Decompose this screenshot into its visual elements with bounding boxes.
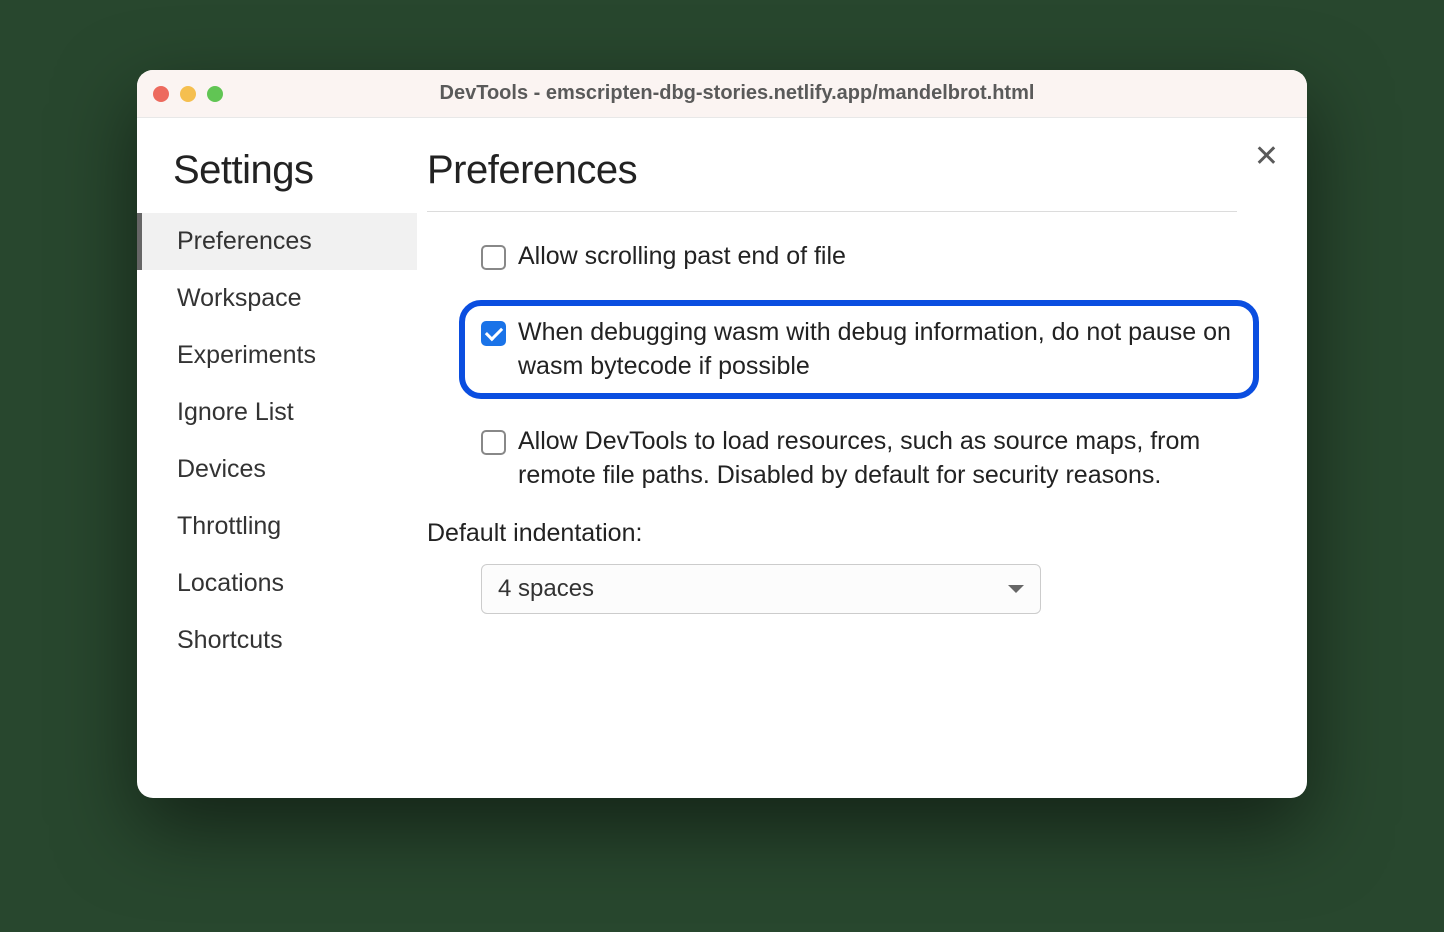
page-title: Preferences (427, 148, 1237, 193)
settings-main: Preferences Allow scrolling past end of … (417, 118, 1307, 778)
option-wasm-debug-highlighted[interactable]: When debugging wasm with debug informati… (459, 300, 1259, 400)
option-remote-file-paths[interactable]: Allow DevTools to load resources, such a… (481, 425, 1237, 493)
sidebar-item-devices[interactable]: Devices (137, 441, 417, 498)
sidebar-item-label: Locations (177, 569, 284, 597)
traffic-lights (153, 86, 223, 102)
option-label: When debugging wasm with debug informati… (518, 316, 1237, 384)
checkbox-checked-icon[interactable] (481, 321, 506, 346)
sidebar-item-workspace[interactable]: Workspace (137, 270, 417, 327)
maximize-window-button[interactable] (207, 86, 223, 102)
sidebar-item-experiments[interactable]: Experiments (137, 327, 417, 384)
sidebar-item-throttling[interactable]: Throttling (137, 498, 417, 555)
sidebar-item-preferences[interactable]: Preferences (137, 213, 417, 270)
chevron-down-icon (1008, 585, 1024, 593)
sidebar-item-label: Devices (177, 455, 266, 483)
option-allow-scrolling[interactable]: Allow scrolling past end of file (481, 240, 1237, 274)
sidebar-item-shortcuts[interactable]: Shortcuts (137, 612, 417, 669)
sidebar-item-label: Preferences (177, 227, 312, 255)
settings-content: ✕ Settings Preferences Workspace Experim… (137, 118, 1307, 798)
option-label: Allow scrolling past end of file (518, 240, 846, 274)
sidebar-item-locations[interactable]: Locations (137, 555, 417, 612)
indentation-label: Default indentation: (427, 519, 1237, 548)
sidebar-item-label: Throttling (177, 512, 281, 540)
window-title: DevTools - emscripten-dbg-stories.netlif… (243, 82, 1231, 105)
indentation-select[interactable]: 4 spaces (481, 564, 1041, 614)
sidebar-item-label: Experiments (177, 341, 316, 369)
devtools-window: DevTools - emscripten-dbg-stories.netlif… (137, 70, 1307, 798)
settings-sidebar: Settings Preferences Workspace Experimen… (137, 118, 417, 778)
divider (427, 211, 1237, 212)
sidebar-item-label: Workspace (177, 284, 302, 312)
checkbox-unchecked-icon[interactable] (481, 430, 506, 455)
select-value: 4 spaces (498, 575, 594, 603)
close-settings-button[interactable]: ✕ (1254, 142, 1279, 172)
sidebar-item-label: Shortcuts (177, 626, 283, 654)
sidebar-item-label: Ignore List (177, 398, 294, 426)
minimize-window-button[interactable] (180, 86, 196, 102)
sidebar-items: Preferences Workspace Experiments Ignore… (137, 213, 417, 669)
checkbox-unchecked-icon[interactable] (481, 245, 506, 270)
preferences-options: Allow scrolling past end of file When de… (427, 240, 1237, 493)
sidebar-title: Settings (173, 148, 417, 193)
option-label: Allow DevTools to load resources, such a… (518, 425, 1237, 493)
close-window-button[interactable] (153, 86, 169, 102)
titlebar: DevTools - emscripten-dbg-stories.netlif… (137, 70, 1307, 118)
sidebar-item-ignore-list[interactable]: Ignore List (137, 384, 417, 441)
